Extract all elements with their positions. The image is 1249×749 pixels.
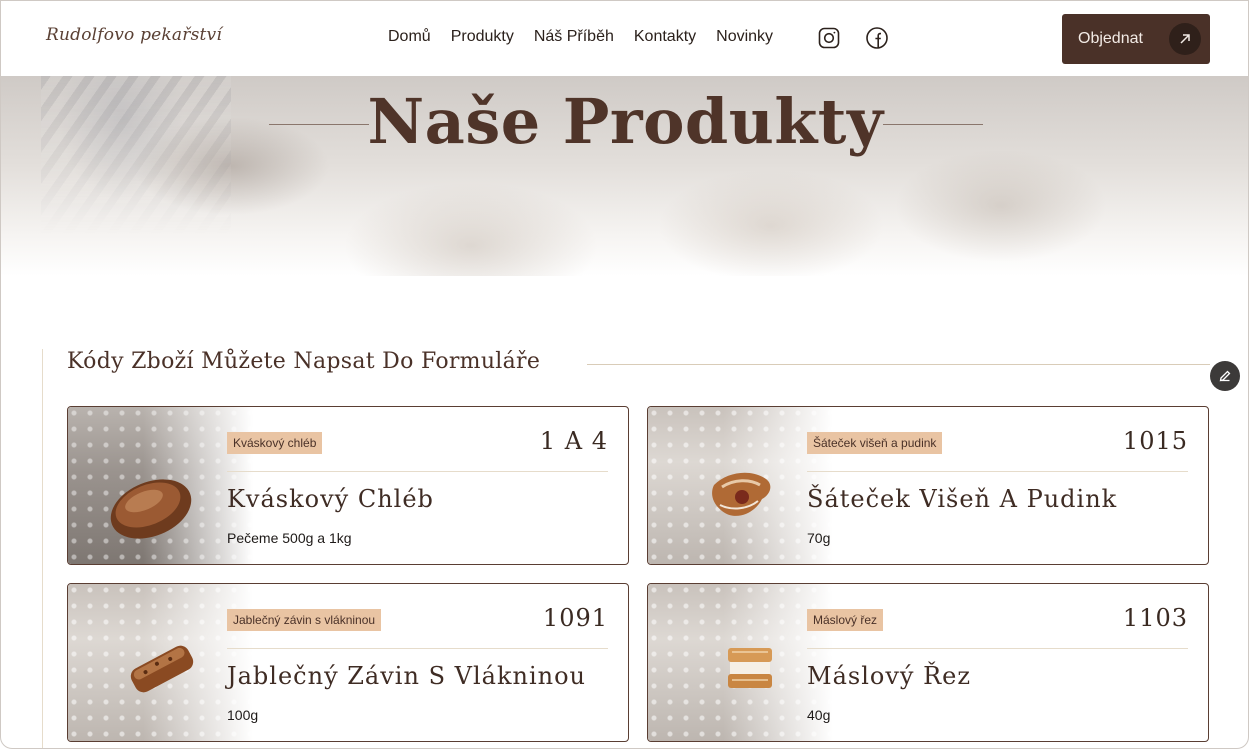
nav-item-story[interactable]: Náš Příběh (534, 28, 614, 46)
card-divider (227, 648, 608, 649)
product-weight: 40g (807, 707, 831, 723)
product-weight: 100g (227, 707, 259, 723)
pastry-image (712, 472, 771, 516)
product-weight: Pečeme 500g a 1kg (227, 530, 352, 546)
nav-item-news[interactable]: Novinky (716, 28, 773, 46)
page-frame: Rudolfovo pekařství Domů Produkty Náš Př… (0, 0, 1249, 749)
card-divider (807, 648, 1188, 649)
product-card[interactable]: Máslový řez 1103 Máslový Řez 40g (647, 583, 1209, 742)
order-button[interactable]: Objednat (1062, 14, 1210, 64)
nav-item-contacts[interactable]: Kontakty (634, 28, 696, 46)
product-image (648, 584, 833, 741)
site-header: Rudolfovo pekařství Domů Produkty Náš Př… (1, 1, 1248, 76)
edit-button[interactable] (1210, 361, 1240, 391)
product-image (68, 407, 253, 564)
card-divider (807, 471, 1188, 472)
product-code: 1091 (542, 604, 608, 632)
bread-image (110, 479, 192, 539)
product-code: 1103 (1122, 604, 1188, 632)
main-nav: Domů Produkty Náš Příběh Kontakty Novink… (388, 28, 773, 46)
product-code: 1 A 4 (539, 427, 608, 455)
product-name: Šáteček Višeň A Pudink (807, 485, 1118, 513)
page-title: Naše Produkty (367, 85, 884, 158)
product-code: 1015 (1122, 427, 1188, 455)
section-side-line (42, 349, 43, 748)
hero-title-line-right (883, 124, 983, 125)
product-name: Jablečný Závin S Vlákninou (227, 662, 586, 690)
strudel-image (130, 645, 194, 693)
product-card[interactable]: Jablečný závin s vlákninou 1091 Jablečný… (67, 583, 629, 742)
product-image (648, 407, 833, 564)
cream-slice-image (728, 648, 772, 688)
order-button-label: Objednat (1078, 30, 1143, 47)
product-name: Kváskový Chléb (227, 485, 434, 513)
product-tag: Jablečný závin s vlákninou (227, 609, 382, 631)
product-image (68, 584, 253, 741)
product-weight: 70g (807, 530, 831, 546)
nav-item-home[interactable]: Domů (388, 28, 431, 46)
product-card[interactable]: Šáteček višeň a pudink 1015 Šáteček Više… (647, 406, 1209, 565)
section-title: Kódy Zboží Můžete Napsat Do Formuláře (67, 349, 541, 374)
arrow-up-right-icon (1169, 23, 1201, 55)
product-tag: Máslový řez (807, 609, 884, 631)
product-name: Máslový Řez (807, 662, 971, 690)
nav-item-products[interactable]: Produkty (451, 28, 514, 46)
instagram-icon[interactable] (817, 26, 841, 50)
product-tag: Kváskový chléb (227, 432, 323, 454)
brand-logo[interactable]: Rudolfovo pekařství (46, 25, 222, 45)
product-card[interactable]: Kváskový chléb 1 A 4 Kváskový Chléb Peče… (67, 406, 629, 565)
card-divider (227, 471, 608, 472)
facebook-icon[interactable] (865, 26, 889, 50)
section-divider (587, 364, 1210, 365)
product-tag: Šáteček višeň a pudink (807, 432, 943, 454)
pencil-icon (1219, 370, 1231, 382)
